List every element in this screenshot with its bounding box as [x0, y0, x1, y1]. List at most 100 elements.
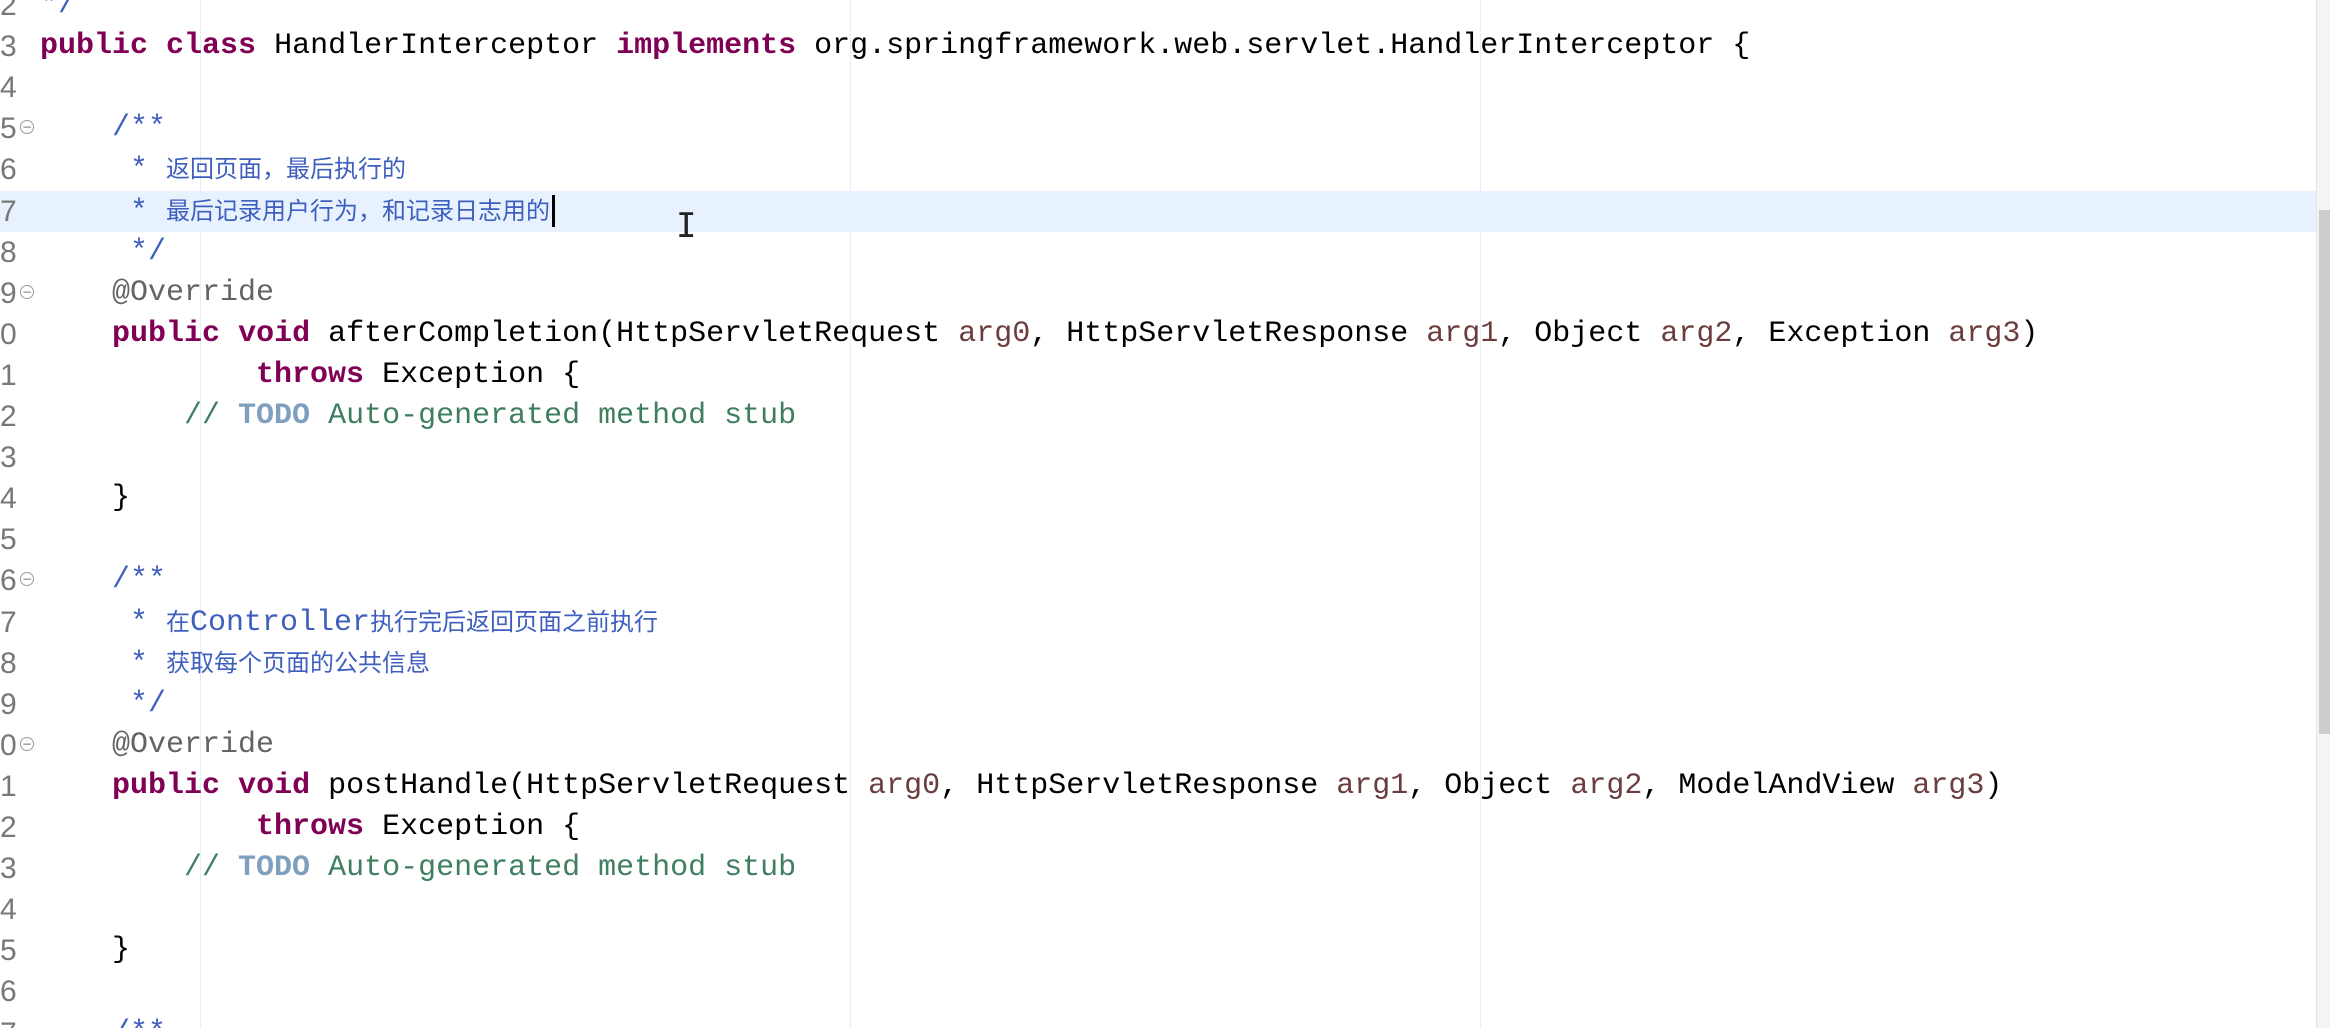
code-token-an: @Override — [40, 727, 275, 762]
code-line[interactable]: 0 public void afterCompletion(HttpServle… — [0, 314, 2316, 355]
code-line[interactable]: 2 throws Exception { — [0, 807, 2316, 848]
code-line[interactable]: 3 — [0, 437, 2316, 478]
code-token-jd: */ — [40, 0, 77, 22]
code-token-kw: void — [238, 316, 311, 351]
code-token-tx — [40, 810, 256, 844]
text-cursor-ibeam-icon: I — [676, 206, 697, 246]
code-token-kw: throws — [256, 810, 365, 844]
code-token-jdcjk: 返回页面，最后执行的 — [166, 155, 407, 184]
code-text: public void afterCompletion(HttpServletR… — [40, 314, 2038, 355]
fold-collapse-icon[interactable]: − — [20, 572, 34, 587]
line-number: 3 — [0, 30, 17, 64]
code-line[interactable]: 1 public void postHandle(HttpServletRequ… — [0, 766, 2316, 807]
code-token-jd: /** — [40, 563, 167, 598]
code-line[interactable]: 5 — [0, 519, 2316, 560]
line-number: 7 — [0, 194, 17, 228]
fold-collapse-icon[interactable]: − — [20, 284, 34, 299]
code-token-pm: arg0 — [868, 768, 941, 803]
code-editor[interactable]: 2 */ 3 public class HandlerInterceptor impl… — [0, 0, 2316, 1028]
code-text: * 在Controller执行完后返回页面之前执行 — [40, 602, 658, 643]
code-text: /** — [40, 108, 166, 149]
line-number: 0 — [0, 317, 17, 351]
code-token-tx: ) — [2020, 316, 2039, 351]
fold-collapse-icon[interactable]: − — [20, 120, 34, 135]
line-number: 2 — [0, 811, 17, 844]
code-line[interactable]: 8 * 获取每个页面的公共信息 — [0, 643, 2316, 684]
code-token-jd: */ — [40, 686, 167, 721]
code-line[interactable]: 5 } — [0, 930, 2316, 971]
code-token-jdcjk: 最后记录用户行为，和记录日志用的 — [166, 196, 551, 225]
code-token-tx: afterCompletion(HttpServletRequest — [310, 316, 959, 351]
code-token-jd: * — [40, 646, 167, 681]
code-line[interactable]: 3 // TODO Auto-generated method stub — [0, 848, 2316, 889]
line-number: 5 — [0, 523, 17, 557]
code-text: /** — [40, 560, 166, 601]
code-line[interactable]: 9− @Override — [0, 273, 2316, 314]
code-line[interactable]: 6 * 返回页面，最后执行的 — [0, 149, 2316, 190]
code-token-tx — [40, 358, 256, 392]
code-token-kw: void — [238, 768, 311, 803]
code-token-jd: /** — [40, 1016, 166, 1028]
code-line[interactable]: 6 — [0, 971, 2316, 1012]
code-line[interactable]: 9 */ — [0, 684, 2316, 725]
line-number: 2 — [0, 0, 17, 22]
code-token-tx: org.springframework.web.servlet.HandlerI… — [796, 29, 1751, 64]
line-number: 3 — [0, 852, 17, 886]
code-token-tx: , HttpServletResponse — [940, 768, 1337, 803]
code-token-jdcjk: 在 — [166, 607, 191, 636]
code-text: */ — [40, 0, 76, 26]
code-line[interactable]: 3 public class HandlerInterceptor impleme… — [0, 26, 2316, 67]
code-text: // TODO Auto-generated method stub — [40, 396, 796, 437]
code-text: */ — [40, 232, 166, 273]
line-number: 9 — [0, 687, 17, 721]
code-line[interactable]: 0− @Override — [0, 725, 2316, 766]
code-token-tx: , Exception — [1732, 316, 1949, 351]
code-token-cm: Auto-generated method stub — [310, 851, 797, 886]
code-token-tx: ) — [1984, 768, 2003, 803]
code-line[interactable]: 1 throws Exception { — [0, 355, 2316, 396]
code-line[interactable]: 7 * 在Controller执行完后返回页面之前执行 — [0, 602, 2316, 643]
code-token-tx: , ModelAndView — [1642, 768, 1913, 803]
code-line[interactable]: 7 * 最后记录用户行为，和记录日志用的 — [0, 190, 2316, 232]
code-line[interactable]: 2 // TODO Auto-generated method stub — [0, 396, 2316, 437]
scrollbar-thumb[interactable] — [2319, 210, 2330, 734]
line-number: 6 — [0, 975, 17, 1009]
code-line[interactable]: 2 */ — [0, 0, 2316, 26]
code-text: * 获取每个页面的公共信息 — [40, 643, 430, 684]
code-line[interactable]: 4 — [0, 889, 2316, 930]
code-text: } — [40, 930, 130, 971]
code-text: /** — [40, 1013, 166, 1028]
code-line[interactable]: 6− /** — [0, 560, 2316, 601]
code-token-pm: arg1 — [1336, 768, 1409, 803]
code-line[interactable]: 5− /** — [0, 108, 2316, 149]
code-token-tx: postHandle(HttpServletRequest — [310, 768, 869, 803]
code-text: @Override — [40, 725, 274, 766]
code-token-jdcjk: 执行完后返回页面之前执行 — [370, 607, 659, 636]
code-line[interactable]: 4 — [0, 67, 2316, 108]
code-token-kw: class — [166, 29, 257, 64]
code-line[interactable]: 7 /** — [0, 1013, 2316, 1028]
code-text: @Override — [40, 273, 274, 314]
code-token-pm: arg2 — [1570, 768, 1643, 803]
vertical-scrollbar[interactable] — [2316, 0, 2330, 1028]
code-token-kw: public — [112, 316, 221, 351]
code-line[interactable]: 8 */ — [0, 232, 2316, 273]
line-number: 7 — [0, 605, 17, 639]
text-caret — [552, 194, 556, 227]
code-token-pm: arg1 — [1426, 316, 1499, 351]
line-number: 5 — [0, 934, 17, 968]
code-token-tx — [148, 29, 166, 63]
code-token-cm: Auto-generated method stub — [310, 399, 797, 433]
line-number: 8 — [0, 646, 17, 680]
code-text: // TODO Auto-generated method stub — [40, 848, 796, 889]
code-token-kw: throws — [256, 357, 365, 392]
fold-collapse-icon[interactable]: − — [20, 736, 34, 751]
code-token-tx: , Object — [1408, 768, 1571, 803]
code-token-cm: // — [40, 399, 239, 433]
code-line[interactable]: 4 } — [0, 478, 2316, 519]
code-token-pm: arg2 — [1660, 316, 1733, 351]
code-text: public void postHandle(HttpServletReques… — [40, 766, 2002, 807]
code-text: } — [40, 478, 130, 519]
code-token-tx — [40, 769, 112, 803]
code-text: throws Exception { — [40, 807, 580, 848]
